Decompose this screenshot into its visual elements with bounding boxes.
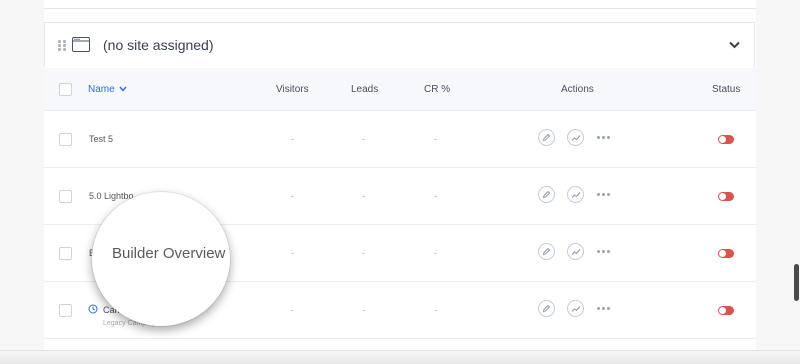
status-toggle[interactable] (718, 249, 734, 258)
row-checkbox[interactable] (59, 304, 72, 317)
cr-value: - (434, 248, 437, 258)
status-toggle[interactable] (718, 306, 734, 315)
analytics-button[interactable] (567, 300, 584, 317)
analytics-button[interactable] (567, 129, 584, 146)
pencil-icon (542, 133, 551, 142)
status-toggle[interactable] (718, 135, 734, 144)
row-checkbox[interactable] (59, 190, 72, 203)
site-group-title: (no site assigned) (103, 37, 214, 53)
name-header-label: Name (88, 84, 115, 95)
window-bottom-edge (0, 350, 800, 364)
visitors-value: - (291, 191, 294, 201)
row-checkbox[interactable] (59, 133, 72, 146)
table-row[interactable]: Test 5 - - - (44, 111, 756, 168)
trend-line-icon (571, 305, 580, 312)
visitors-value: - (291, 305, 294, 315)
magnified-text: Builder Overview (112, 245, 226, 262)
cr-value: - (434, 305, 437, 315)
more-options-icon[interactable] (597, 305, 611, 311)
more-options-icon[interactable] (597, 191, 611, 197)
divider (44, 8, 756, 9)
pencil-icon (542, 304, 551, 313)
pencil-icon (542, 190, 551, 199)
visitors-value: - (291, 134, 294, 144)
browser-window-icon (72, 37, 90, 52)
actions-column-header: Actions (561, 84, 594, 95)
trend-line-icon (571, 134, 580, 141)
select-all-checkbox[interactable] (59, 83, 72, 96)
row-checkbox[interactable] (59, 247, 72, 260)
chevron-down-icon[interactable] (729, 41, 740, 49)
clock-icon (88, 304, 98, 314)
edit-button[interactable] (538, 186, 555, 203)
cr-column-header[interactable]: CR % (424, 84, 450, 95)
analytics-button[interactable] (567, 243, 584, 260)
chevron-down-icon (119, 86, 128, 92)
trend-line-icon (571, 191, 580, 198)
magnifier-overlay: Builder Overview (92, 192, 230, 326)
leads-value: - (362, 248, 365, 258)
pencil-icon (542, 247, 551, 256)
more-options-icon[interactable] (597, 248, 611, 254)
site-group-header[interactable]: (no site assigned) (44, 22, 755, 67)
leads-value: - (362, 305, 365, 315)
campaign-name[interactable]: Test 5 (89, 134, 113, 144)
visitors-column-header[interactable]: Visitors (276, 84, 309, 95)
leads-value: - (362, 134, 365, 144)
cr-value: - (434, 191, 437, 201)
status-toggle[interactable] (718, 192, 734, 201)
visitors-value: - (291, 248, 294, 258)
status-column-header: Status (712, 84, 741, 95)
edit-button[interactable] (538, 129, 555, 146)
edit-button[interactable] (538, 243, 555, 260)
leads-column-header[interactable]: Leads (351, 84, 378, 95)
trend-line-icon (571, 248, 580, 255)
leads-value: - (362, 191, 365, 201)
analytics-button[interactable] (567, 186, 584, 203)
edit-button[interactable] (538, 300, 555, 317)
cr-value: - (434, 134, 437, 144)
more-options-icon[interactable] (597, 134, 611, 140)
table-header: Name Visitors Leads CR % Actions Status (44, 68, 756, 111)
drag-handle-icon[interactable] (58, 40, 66, 52)
scrollbar-thumb[interactable] (794, 264, 799, 301)
name-column-header[interactable]: Name (88, 84, 128, 95)
